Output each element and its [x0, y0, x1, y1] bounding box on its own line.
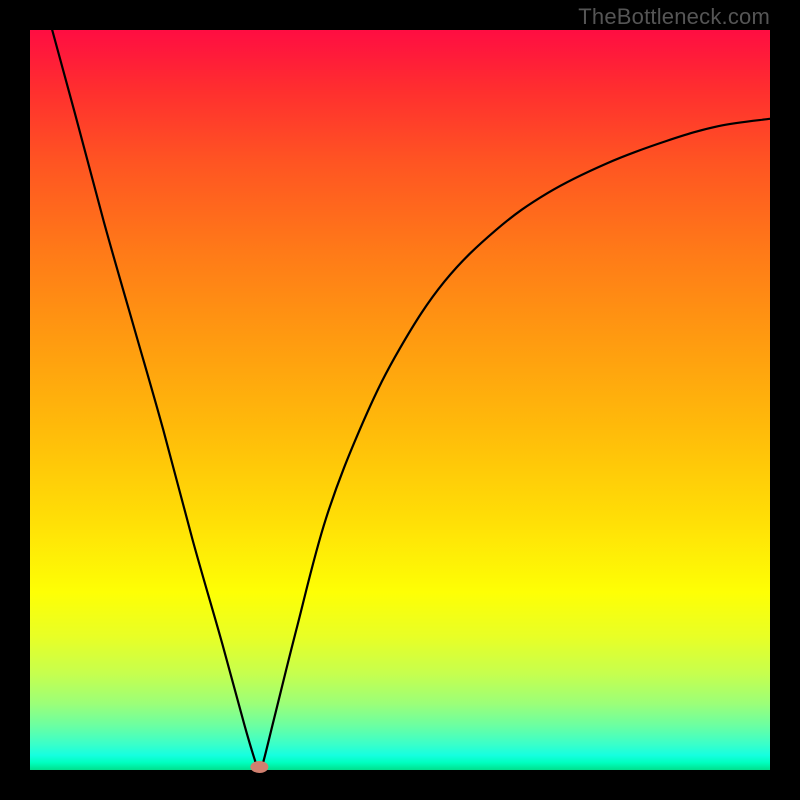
minimum-marker: [250, 761, 268, 773]
chart-frame: TheBottleneck.com: [0, 0, 800, 800]
watermark-text: TheBottleneck.com: [578, 4, 770, 30]
curve-layer: [30, 30, 770, 770]
bottleneck-curve: [52, 30, 770, 770]
plot-area: [30, 30, 770, 770]
